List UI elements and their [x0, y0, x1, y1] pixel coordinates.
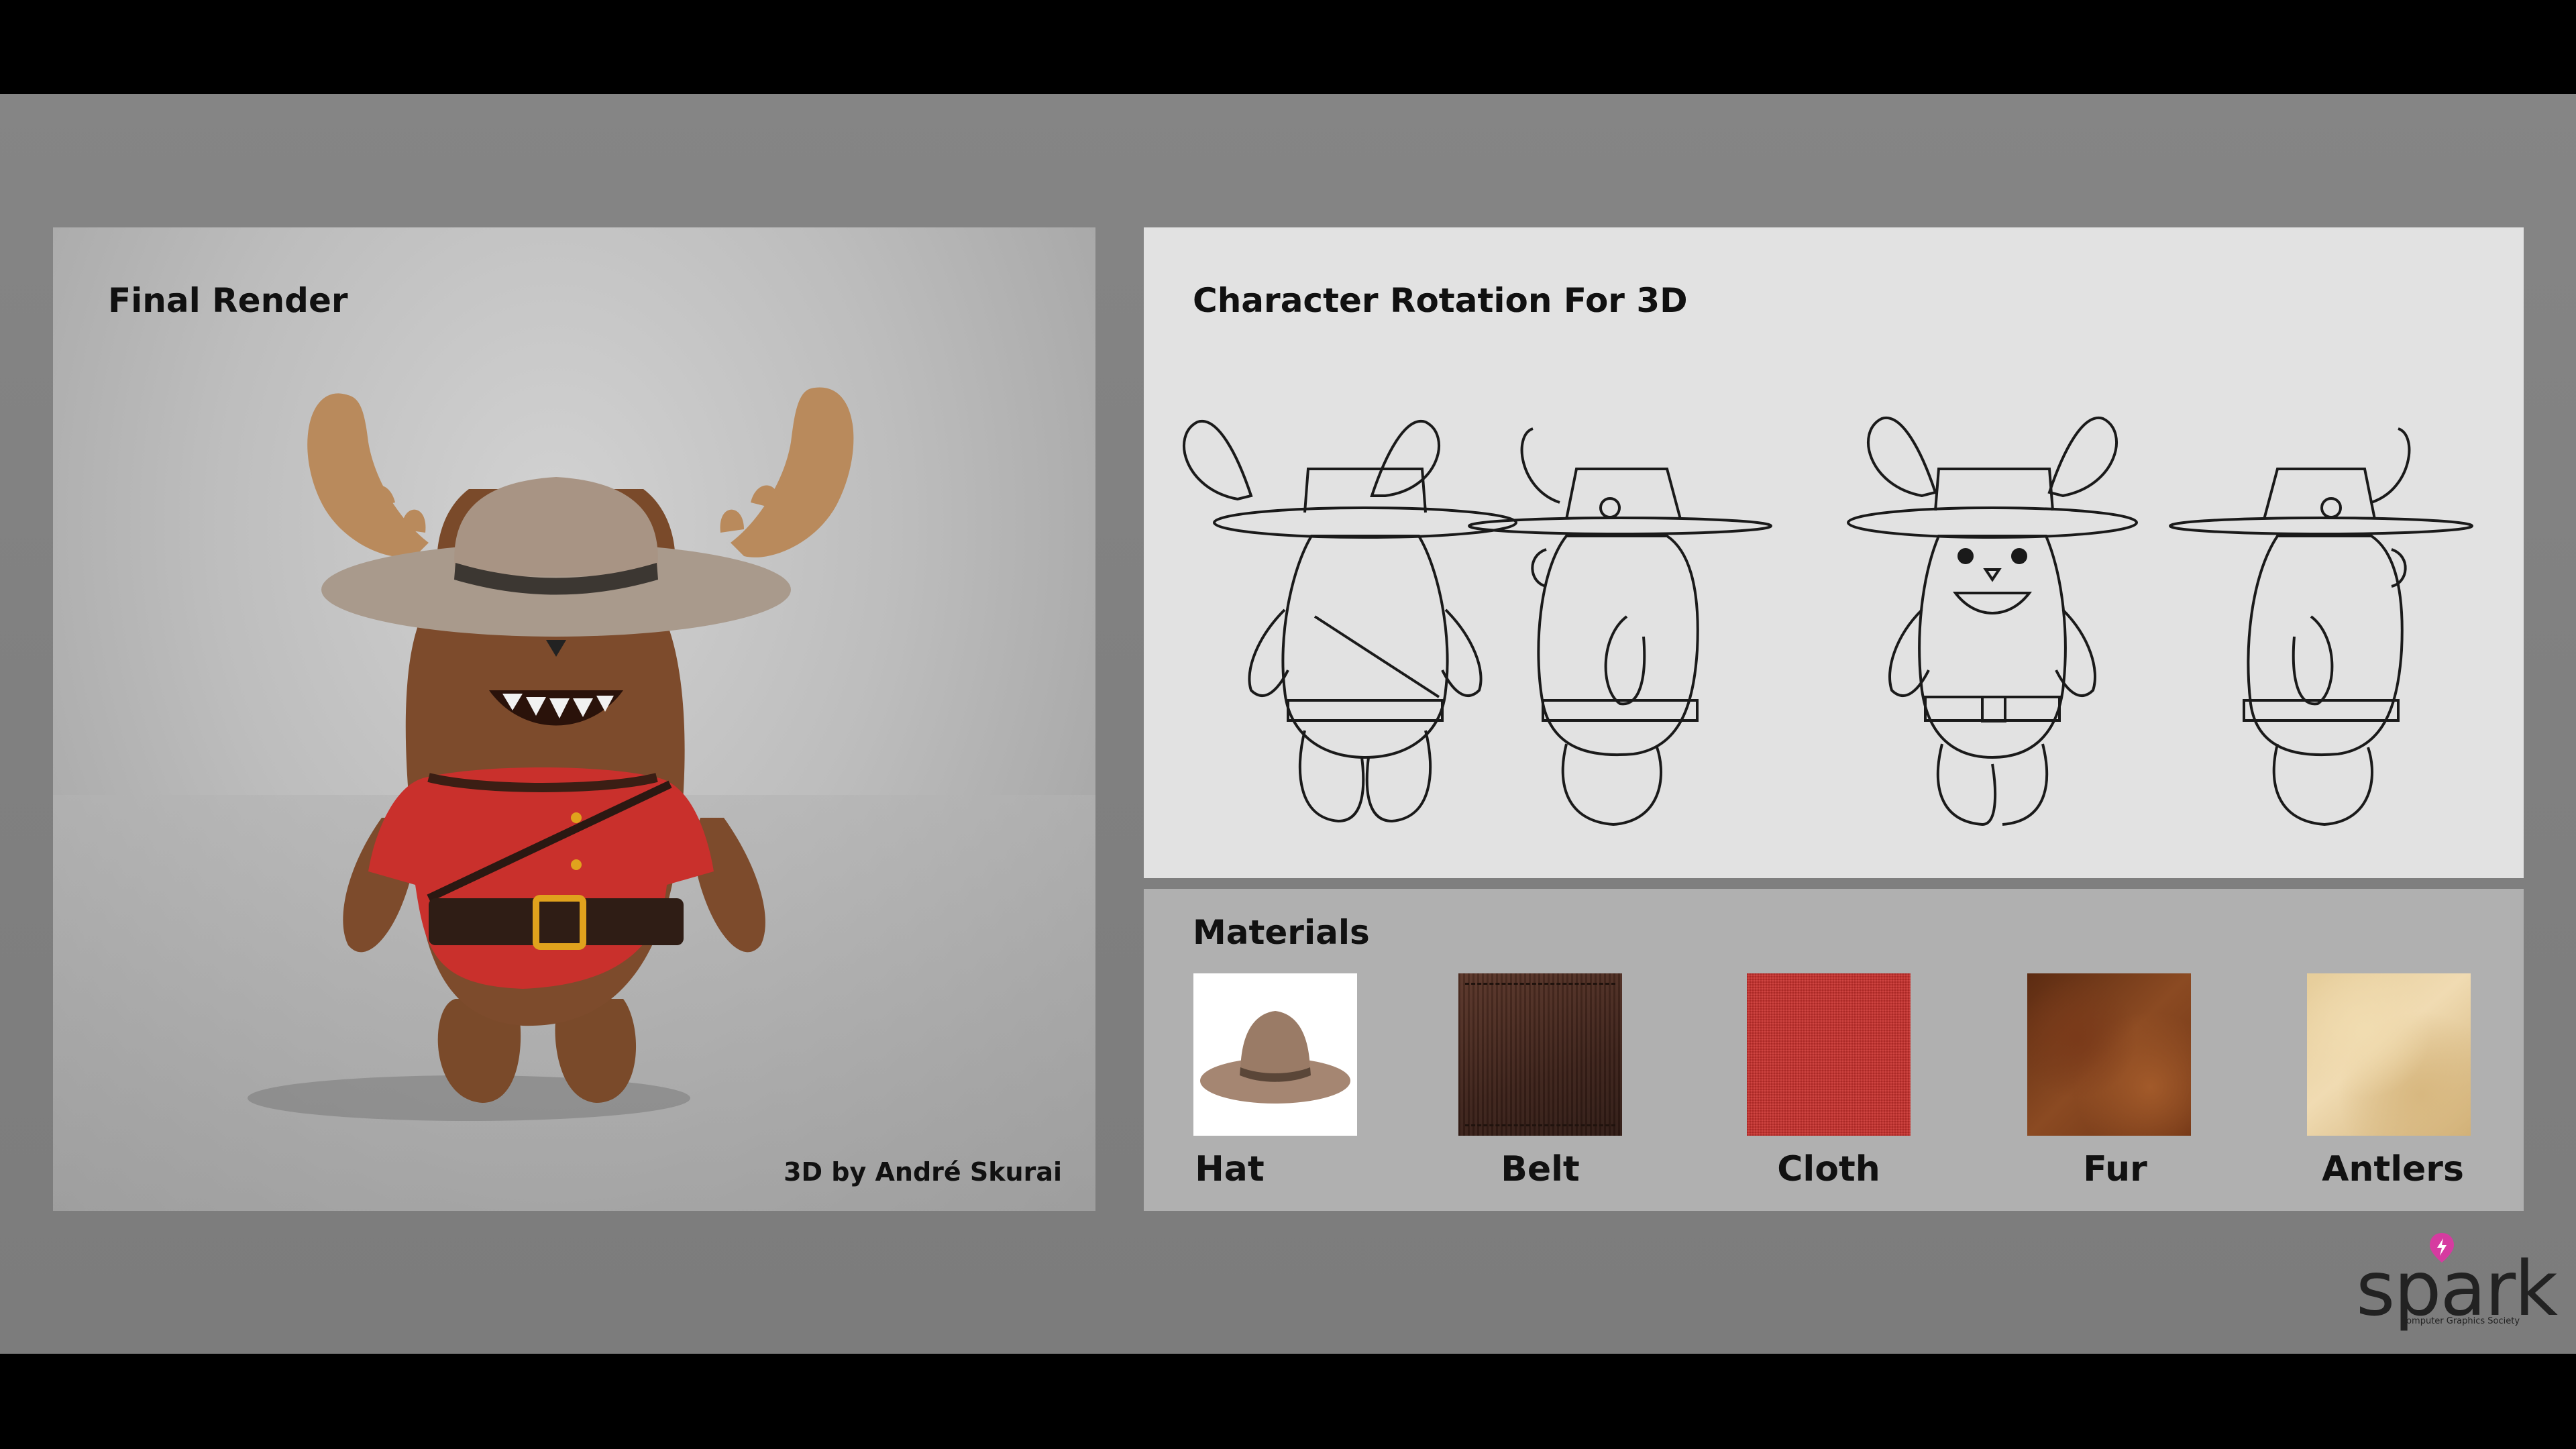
materials-panel: Materials Hat Belt Cloth Fur Antlers: [1144, 889, 2524, 1211]
cloth-swatch: [1747, 973, 1911, 1136]
hat-icon: [1200, 1011, 1350, 1104]
final-render-title: Final Render: [108, 281, 348, 320]
turnaround-front-view: [1847, 416, 2138, 826]
letterbox-top: [0, 0, 2576, 94]
materials-title: Materials: [1193, 913, 1370, 952]
artist-credit: 3D by André Skurai: [784, 1157, 1062, 1187]
antlers-swatch: [2307, 973, 2471, 1136]
belt-swatch: [1458, 973, 1622, 1136]
fur-swatch: [2027, 973, 2191, 1136]
spark-logo: spark Computer Graphics Society: [2356, 1232, 2558, 1332]
cloth-label: Cloth: [1777, 1149, 1880, 1189]
character-rotation-title: Character Rotation For 3D: [1193, 281, 1688, 320]
turnaround-back-view: [1183, 419, 1517, 823]
character-rotation-panel: Character Rotation For 3D: [1144, 227, 2524, 878]
turnaround-left-view: [2169, 427, 2473, 826]
antlers-label: Antlers: [2322, 1149, 2464, 1189]
hat-label: Hat: [1195, 1149, 1265, 1189]
moose-mountie-render: [248, 387, 854, 1121]
hat-swatch: [1193, 973, 1357, 1136]
turnaround-sheet: [1183, 416, 2473, 826]
turnaround-right-view: [1468, 427, 1772, 826]
final-render-panel: Final Render 3D by André Skurai: [53, 227, 1095, 1211]
letterbox-bottom: [0, 1354, 2576, 1449]
logo-tagline: Computer Graphics Society: [2400, 1316, 2520, 1326]
belt-label: Belt: [1501, 1149, 1580, 1189]
fur-label: Fur: [2083, 1149, 2147, 1189]
